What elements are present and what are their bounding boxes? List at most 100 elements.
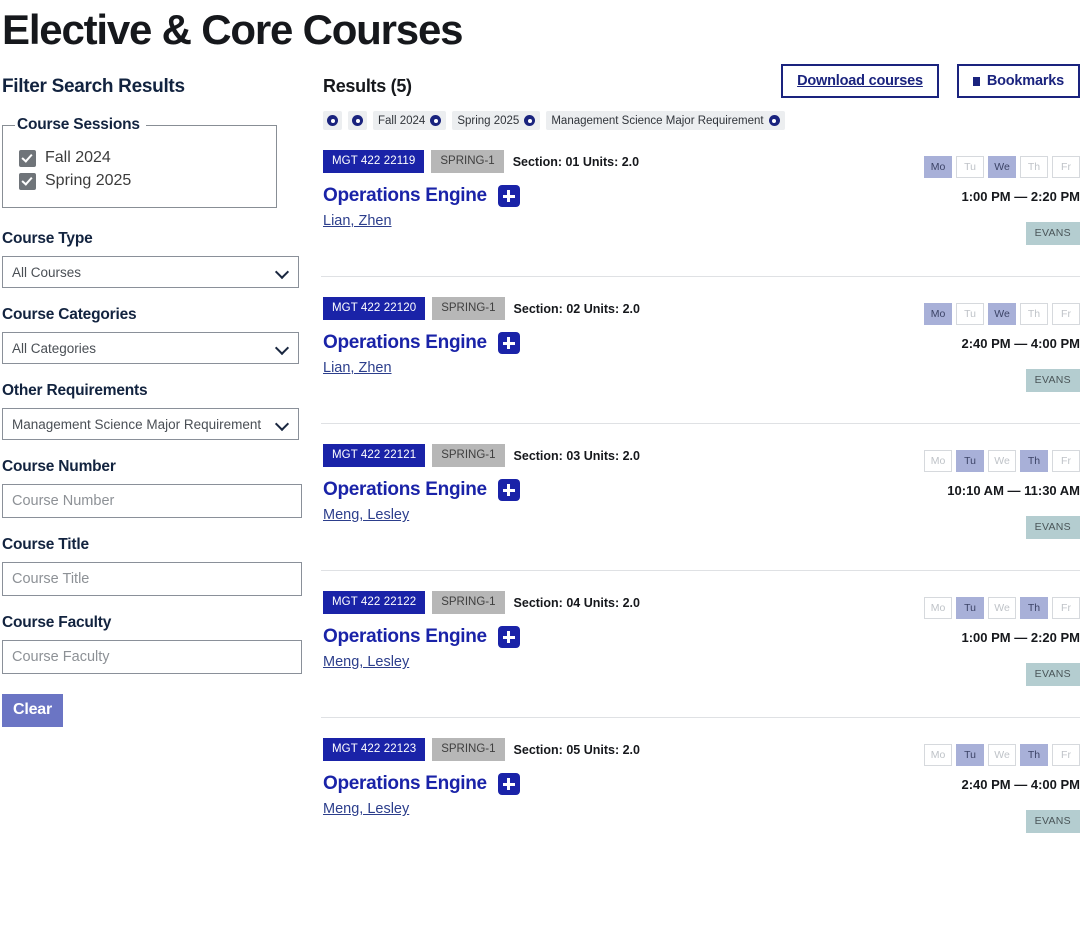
filter-sidebar: Filter Search Results Course Sessions Fa… <box>0 76 305 727</box>
course-location-wrap: EVANS <box>900 351 1080 392</box>
course-categories-select[interactable]: All Categories <box>2 332 299 364</box>
bookmarks-button[interactable]: Bookmarks <box>957 64 1080 98</box>
course-faculty-link[interactable]: Lian, Zhen <box>323 213 392 229</box>
course-location-wrap: EVANS <box>900 204 1080 245</box>
meeting-day-tu: Tu <box>956 597 984 619</box>
meeting-day-fr: Fr <box>1052 156 1080 178</box>
course-faculty-link[interactable]: Meng, Lesley <box>323 801 409 817</box>
meeting-day-th: Th <box>1020 450 1048 472</box>
remove-filter-icon[interactable] <box>430 115 441 126</box>
filter-chip-label: Management Science Major Requirement <box>551 115 763 127</box>
course-title-link[interactable]: Operations Engine <box>323 626 487 648</box>
filter-chip[interactable]: Management Science Major Requirement <box>546 111 784 130</box>
course-title-link[interactable]: Operations Engine <box>323 185 487 207</box>
course-schedule: MoTuWeThFr2:40 PM — 4:00 PMEVANS <box>900 303 1080 392</box>
course-number-input[interactable]: Course Number <box>2 484 302 518</box>
remove-filter-icon[interactable] <box>327 115 338 126</box>
results-list: MGT 422 22119 SPRING-1 Section: 01 Units: … <box>321 150 1080 864</box>
course-schedule: MoTuWeThFr1:00 PM — 2:20 PMEVANS <box>900 597 1080 686</box>
course-type-label: Course Type <box>2 230 305 248</box>
course-categories-label: Course Categories <box>2 306 305 324</box>
course-section-units: Section: 02 Units: 2.0 <box>514 302 640 316</box>
course-faculty-placeholder: Course Faculty <box>12 649 110 665</box>
course-location-badge: EVANS <box>1026 222 1080 245</box>
checkbox-label: Spring 2025 <box>45 172 131 190</box>
course-type-select[interactable]: All Courses <box>2 256 299 288</box>
filter-chip[interactable]: Fall 2024 <box>373 111 446 130</box>
field-other-requirements: Other Requirements Management Science Ma… <box>2 382 305 440</box>
bookmark-icon <box>973 77 980 86</box>
meeting-day-tu: Tu <box>956 744 984 766</box>
meeting-day-we: We <box>988 597 1016 619</box>
chevron-down-icon <box>276 266 289 279</box>
add-course-icon[interactable] <box>498 626 520 648</box>
meeting-day-we: We <box>988 303 1016 325</box>
meeting-time: 10:10 AM — 11:30 AM <box>900 483 1080 498</box>
chevron-down-icon <box>276 342 289 355</box>
remove-filter-icon[interactable] <box>352 115 363 126</box>
course-location-wrap: EVANS <box>900 645 1080 686</box>
add-course-icon[interactable] <box>498 185 520 207</box>
remove-filter-icon[interactable] <box>769 115 780 126</box>
course-result-row: MGT 422 22121SPRING-1Section: 03 Units: … <box>321 444 1080 571</box>
checkbox-spring-2025[interactable]: Spring 2025 <box>19 172 264 190</box>
clear-filters-button[interactable]: Clear <box>2 694 63 727</box>
course-term-badge: SPRING-1 <box>432 591 504 614</box>
download-courses-button[interactable]: Download courses <box>781 64 939 98</box>
course-result-row: MGT 422 22123SPRING-1Section: 05 Units: … <box>321 738 1080 864</box>
meeting-time: 1:00 PM — 2:20 PM <box>900 630 1080 645</box>
meeting-day-fr: Fr <box>1052 303 1080 325</box>
meeting-day-fr: Fr <box>1052 597 1080 619</box>
course-faculty-link[interactable]: Lian, Zhen <box>323 360 392 376</box>
course-code-badge[interactable]: MGT 422 22119 <box>323 150 424 173</box>
other-requirements-value: Management Science Major Requirement <box>12 417 276 432</box>
course-title-label: Course Title <box>2 536 305 554</box>
course-location-wrap: EVANS <box>900 498 1080 539</box>
page-layout: Filter Search Results Course Sessions Fa… <box>0 76 1080 884</box>
course-title-link[interactable]: Operations Engine <box>323 332 487 354</box>
course-title-link[interactable]: Operations Engine <box>323 773 487 795</box>
course-location-badge: EVANS <box>1026 810 1080 833</box>
meeting-days: MoTuWeThFr <box>900 450 1080 472</box>
course-sessions-group: Course Sessions Fall 2024 Spring 2025 <box>2 116 277 208</box>
add-course-icon[interactable] <box>498 479 520 501</box>
page-title: Elective & Core Courses <box>2 6 1080 54</box>
course-faculty-link[interactable]: Meng, Lesley <box>323 654 409 670</box>
field-course-number: Course Number Course Number <box>2 458 305 518</box>
course-code-badge[interactable]: MGT 422 22120 <box>323 297 425 320</box>
add-course-icon[interactable] <box>498 332 520 354</box>
download-courses-label: Download courses <box>797 73 923 89</box>
other-requirements-select[interactable]: Management Science Major Requirement <box>2 408 299 440</box>
course-term-badge: SPRING-1 <box>431 150 503 173</box>
course-section-units: Section: 01 Units: 2.0 <box>513 155 639 169</box>
meeting-day-we: We <box>988 156 1016 178</box>
course-code-badge[interactable]: MGT 422 22122 <box>323 591 425 614</box>
meeting-day-tu: Tu <box>956 450 984 472</box>
course-title-input[interactable]: Course Title <box>2 562 302 596</box>
course-location-badge: EVANS <box>1026 369 1080 392</box>
meeting-day-mo: Mo <box>924 597 952 619</box>
checkbox-checked-icon[interactable] <box>19 150 36 167</box>
course-code-badge[interactable]: MGT 422 22121 <box>323 444 425 467</box>
field-course-faculty: Course Faculty Course Faculty <box>2 614 305 674</box>
filter-chip[interactable] <box>323 111 342 130</box>
course-term-badge: SPRING-1 <box>432 444 504 467</box>
other-requirements-label: Other Requirements <box>2 382 305 400</box>
remove-filter-icon[interactable] <box>524 115 535 126</box>
checkbox-checked-icon[interactable] <box>19 173 36 190</box>
course-faculty-input[interactable]: Course Faculty <box>2 640 302 674</box>
meeting-day-we: We <box>988 450 1016 472</box>
filter-chip[interactable]: Spring 2025 <box>452 111 540 130</box>
course-location-badge: EVANS <box>1026 516 1080 539</box>
meeting-day-mo: Mo <box>924 744 952 766</box>
add-course-icon[interactable] <box>498 773 520 795</box>
meeting-day-fr: Fr <box>1052 450 1080 472</box>
course-code-badge[interactable]: MGT 422 22123 <box>323 738 425 761</box>
course-title-link[interactable]: Operations Engine <box>323 479 487 501</box>
filter-chip-label: Fall 2024 <box>378 115 425 127</box>
field-course-title: Course Title Course Title <box>2 536 305 596</box>
course-number-label: Course Number <box>2 458 305 476</box>
checkbox-fall-2024[interactable]: Fall 2024 <box>19 149 264 167</box>
course-faculty-link[interactable]: Meng, Lesley <box>323 507 409 523</box>
filter-chip[interactable] <box>348 111 367 130</box>
